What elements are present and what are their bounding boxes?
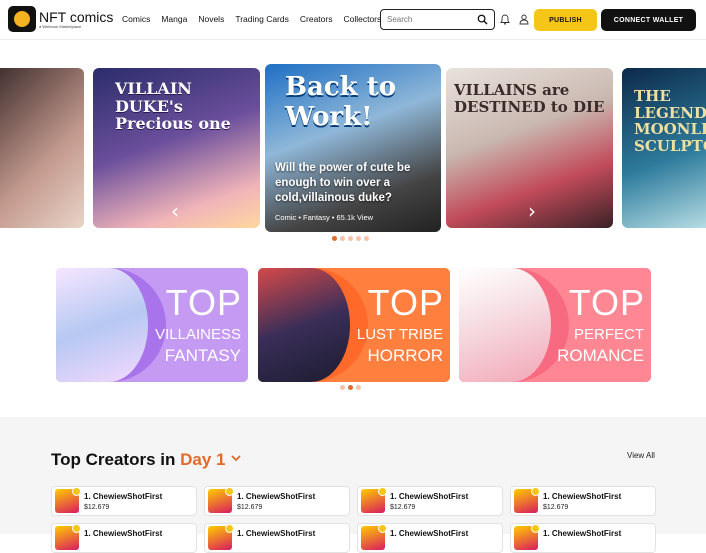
genre-banner-perfect-romance[interactable]: TOP PERFECT ROMANCE <box>459 268 651 382</box>
logo-subtitle: a Webtoon Marketplace <box>39 23 82 29</box>
banner-genre-line2: ROMANCE <box>557 346 644 365</box>
creator-card[interactable]: 1. ChewiewShotFirst <box>204 523 350 553</box>
verified-badge-icon <box>72 524 81 533</box>
creator-price: $12.679 <box>543 504 569 511</box>
nav-trading-cards[interactable]: Trading Cards <box>235 14 289 24</box>
featured-title: Will the power of cute be enough to win … <box>275 162 411 204</box>
banner-top-label: TOP <box>568 282 645 323</box>
verified-badge-icon <box>531 487 540 496</box>
creator-card[interactable]: 1. ChewiewShotFirst <box>357 523 503 553</box>
section-title-prefix: Top Creators in <box>51 450 176 469</box>
banner-pagination <box>340 385 361 390</box>
banner-genre-line1: VILLAINESS <box>155 326 241 343</box>
pagination-dot[interactable] <box>356 385 361 390</box>
creator-price: $12.679 <box>390 504 416 511</box>
banner-genre-line1: LUST TRIBE <box>356 326 443 343</box>
top-creators-section: Top Creators in Day 1 View All 1. Chewie… <box>0 417 706 553</box>
section-title: Top Creators in Day 1 <box>51 450 242 470</box>
featured-carousel: VILLAIN DUKE's Precious one Back to Work… <box>0 62 706 234</box>
banner-top-label: TOP <box>165 282 242 323</box>
genre-banner-villainess-fantasy[interactable]: TOP VILLAINESS FANTASY <box>56 268 248 382</box>
main-nav: Comics Manga Novels Trading Cards Creato… <box>122 14 392 24</box>
chevron-right-icon[interactable]: › <box>525 201 539 221</box>
pagination-dot[interactable] <box>356 236 361 241</box>
creator-name: 1. ChewiewShotFirst <box>237 492 316 501</box>
pagination-dot[interactable] <box>332 236 337 241</box>
pagination-dot[interactable] <box>348 385 353 390</box>
day-selector[interactable]: Day 1 <box>180 450 242 469</box>
featured-meta: Comic • Fantasy • 65.1k View <box>275 213 374 222</box>
creator-card[interactable]: 1. ChewiewShotFirst $12.679 <box>357 486 503 516</box>
slide-cover-art: Back to Work! <box>285 72 397 132</box>
banner-genre-line1: PERFECT <box>573 326 644 343</box>
banner-genre-line2: HORROR <box>367 346 443 365</box>
pagination-dot[interactable] <box>340 236 345 241</box>
creator-name: 1. ChewiewShotFirst <box>390 492 469 501</box>
creator-price: $12.679 <box>237 504 263 511</box>
slide-cover-art: VILLAIN DUKE's Precious one <box>115 79 231 134</box>
chevron-left-icon[interactable]: ‹ <box>168 201 182 221</box>
verified-badge-icon <box>378 487 387 496</box>
logo-mark-icon <box>8 6 36 32</box>
verified-badge-icon <box>225 487 234 496</box>
chevron-down-icon[interactable] <box>231 453 242 463</box>
banner-genre-line2: FANTASY <box>164 346 241 365</box>
creator-price: $12.679 <box>84 504 110 511</box>
carousel-slide[interactable] <box>0 68 84 228</box>
top-nav-bar: NFT comics a Webtoon Marketplace Comics … <box>0 0 706 40</box>
connect-wallet-button[interactable]: CONNECT WALLET <box>601 9 696 31</box>
nav-manga[interactable]: Manga <box>161 14 187 24</box>
verified-badge-icon <box>531 524 540 533</box>
view-all-link[interactable]: View All <box>627 451 655 460</box>
creator-card[interactable]: 1. ChewiewShotFirst <box>510 523 656 553</box>
nav-novels[interactable]: Novels <box>198 14 224 24</box>
verified-badge-icon <box>72 487 81 496</box>
pagination-dot[interactable] <box>340 385 345 390</box>
slide-cover-art: VILLAINS are DESTINED to DIE <box>454 81 605 116</box>
banner-artwork <box>459 268 569 382</box>
creator-card[interactable]: 1. ChewiewShotFirst $12.679 <box>204 486 350 516</box>
site-logo[interactable]: NFT comics a Webtoon Marketplace <box>8 6 113 32</box>
nav-comics[interactable]: Comics <box>122 14 150 24</box>
slide-cover-art: THE LEGENDARY MOONLIGHT SCULPTOR <box>634 87 706 155</box>
user-icon[interactable] <box>519 14 529 25</box>
genre-banner-lust-tribe-horror[interactable]: TOP LUST TRIBE HORROR <box>258 268 450 382</box>
carousel-slide[interactable]: THE LEGENDARY MOONLIGHT SCULPTOR <box>622 68 706 228</box>
creator-card[interactable]: 1. ChewiewShotFirst $12.679 <box>510 486 656 516</box>
nav-collectors[interactable]: Collectors <box>343 14 381 24</box>
creator-card[interactable]: 1. ChewiewShotFirst $12.679 <box>51 486 197 516</box>
pagination-dot[interactable] <box>348 236 353 241</box>
creator-card[interactable]: 1. ChewiewShotFirst <box>51 523 197 553</box>
verified-badge-icon <box>225 524 234 533</box>
banner-artwork <box>56 268 166 382</box>
carousel-pagination <box>332 236 369 241</box>
creator-name: 1. ChewiewShotFirst <box>84 492 163 501</box>
carousel-slide-featured[interactable]: Back to Work! Will the power of cute be … <box>265 64 441 232</box>
nav-creators[interactable]: Creators <box>300 14 333 24</box>
bell-icon[interactable] <box>500 14 510 25</box>
verified-badge-icon <box>378 524 387 533</box>
pagination-dot[interactable] <box>364 236 369 241</box>
logo-title: NFT comics <box>39 8 114 25</box>
publish-button[interactable]: PUBLISH <box>534 9 597 31</box>
creator-name: 1. ChewiewShotFirst <box>543 492 622 501</box>
search-icon[interactable] <box>477 14 488 25</box>
banner-top-label: TOP <box>367 282 444 323</box>
banner-artwork <box>258 268 368 382</box>
search-input[interactable] <box>387 15 477 24</box>
search-box[interactable] <box>380 9 495 30</box>
